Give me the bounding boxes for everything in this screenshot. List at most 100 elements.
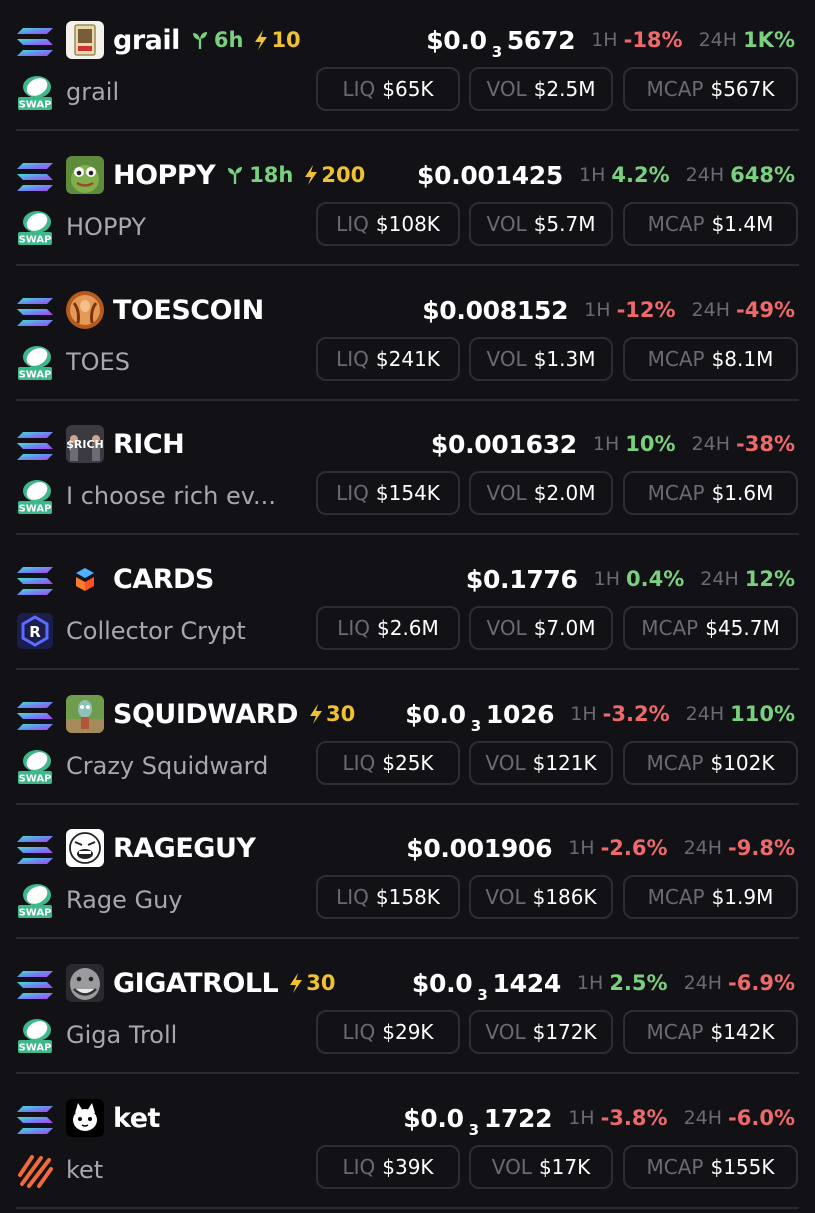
market-cap-pill-value: $567K <box>710 77 775 101</box>
change-1h-value: -2.6% <box>600 836 668 860</box>
solana-icon <box>16 26 54 58</box>
token-row[interactable]: $RICH RICH $0.001632 1H 10% 24H -38% SWAP I ch… <box>0 404 815 539</box>
volume-pill-label: VOL <box>486 616 527 640</box>
token-price: $0.001906 <box>406 834 552 863</box>
svg-text:SWAP: SWAP <box>19 774 52 785</box>
liquidity-pill[interactable]: LIQ $158K <box>316 875 460 919</box>
change-1h-label: 1H <box>568 837 595 859</box>
market-cap-pill-value: $1.4M <box>711 212 774 236</box>
volume-pill-label: VOL <box>485 885 526 909</box>
token-price: $0.001632 <box>431 430 577 459</box>
market-cap-pill[interactable]: MCAP $142K <box>623 1010 798 1054</box>
cards-logo-icon <box>66 560 104 598</box>
market-cap-pill[interactable]: MCAP $1.6M <box>623 471 798 515</box>
solana-icon <box>16 565 54 597</box>
change-1h-value: 2.5% <box>609 971 668 995</box>
liquidity-pill[interactable]: LIQ $29K <box>316 1010 460 1054</box>
token-stats-line: $0.0 3 5672 1H -18% 24H 1K% <box>426 20 795 61</box>
volume-pill[interactable]: VOL $186K <box>469 875 613 919</box>
token-row[interactable]: grail 6h 10 $0.0 3 5672 1H -18% 24H 1K% SWAP grai… <box>0 0 815 135</box>
volume-pill[interactable]: VOL $2.0M <box>469 471 613 515</box>
liquidity-pill-value: $154K <box>375 481 440 505</box>
token-list: grail 6h 10 $0.0 3 5672 1H -18% 24H 1K% SWAP grai… <box>0 0 815 1209</box>
change-24h-label: 24H <box>691 299 731 321</box>
token-name: Collector Crypt <box>66 617 246 645</box>
token-name: Giga Troll <box>66 1021 178 1049</box>
change-24h-label: 24H <box>685 164 725 186</box>
token-row[interactable]: RAGEGUY $0.001906 1H -2.6% 24H -9.8% SWAP Rag… <box>0 808 815 943</box>
market-cap-pill[interactable]: MCAP $1.9M <box>623 875 798 919</box>
volume-pill[interactable]: VOL $121K <box>469 741 613 785</box>
market-cap-pill[interactable]: MCAP $1.4M <box>623 202 798 246</box>
market-cap-pill[interactable]: MCAP $155K <box>623 1145 798 1189</box>
change-24h-label: 24H <box>683 837 723 859</box>
svg-text:SWAP: SWAP <box>19 1043 52 1054</box>
volume-pill[interactable]: VOL $7.0M <box>469 606 613 650</box>
token-row[interactable]: CARDS $0.1776 1H 0.4% 24H 12% R Collector Cry… <box>0 539 815 674</box>
token-row[interactable]: HOPPY 18h 200 $0.001425 1H 4.2% 24H 648% SWAP H… <box>0 135 815 270</box>
solana-icon <box>16 296 54 328</box>
token-name: ket <box>66 1156 104 1184</box>
volume-pill-value: $186K <box>532 885 597 909</box>
liquidity-pill-label: LIQ <box>336 347 369 371</box>
token-price: $0.001425 <box>417 161 563 190</box>
volume-pill[interactable]: VOL $172K <box>469 1010 613 1054</box>
row-divider <box>16 1072 799 1074</box>
token-name: Crazy Squidward <box>66 752 269 780</box>
token-symbol: SQUIDWARD <box>113 698 298 730</box>
token-title-line: grail 6h 10 <box>113 20 301 60</box>
change-24h-label: 24H <box>691 433 731 455</box>
token-boost: 30 <box>288 971 335 995</box>
market-cap-pill-label: MCAP <box>641 616 699 640</box>
sprout-icon <box>190 30 214 50</box>
volume-pill-value: $1.3M <box>533 347 596 371</box>
liquidity-pill-value: $39K <box>382 1155 434 1179</box>
volume-pill[interactable]: VOL $5.7M <box>469 202 613 246</box>
row-divider <box>16 264 799 266</box>
change-24h-label: 24H <box>700 568 739 590</box>
change-24h-value: -49% <box>736 298 795 322</box>
token-symbol: HOPPY <box>113 159 216 191</box>
price-zero-count: 3 <box>477 985 488 1004</box>
price-digits: 1026 <box>485 699 555 729</box>
toes-avatar-icon <box>66 291 104 329</box>
market-cap-pill[interactable]: MCAP $45.7M <box>623 606 798 650</box>
svg-text:SWAP: SWAP <box>19 908 52 919</box>
liquidity-pill[interactable]: LIQ $65K <box>316 67 460 111</box>
market-cap-pill[interactable]: MCAP $102K <box>623 741 798 785</box>
token-row[interactable]: GIGATROLL 30 $0.0 3 1424 1H 2.5% 24H -6.9% SWAP … <box>0 943 815 1078</box>
token-price: $0.0 3 1026 <box>405 699 555 735</box>
market-cap-pill[interactable]: MCAP $8.1M <box>623 337 798 381</box>
volume-pill[interactable]: VOL $1.3M <box>469 337 613 381</box>
volume-pill[interactable]: VOL $17K <box>469 1145 613 1189</box>
change-1h-label: 1H <box>593 568 621 590</box>
change-24h-value: -9.8% <box>728 836 795 860</box>
market-cap-pill-value: $155K <box>710 1155 775 1179</box>
token-title-line: SQUIDWARD 30 <box>113 694 355 734</box>
liquidity-pill[interactable]: LIQ $25K <box>316 741 460 785</box>
token-row[interactable]: TOESCOIN $0.008152 1H -12% 24H -49% SWAP TOES… <box>0 270 815 405</box>
liquidity-pill[interactable]: LIQ $154K <box>316 471 460 515</box>
token-row[interactable]: SQUIDWARD 30 $0.0 3 1026 1H -3.2% 24H 110% SWAP … <box>0 674 815 809</box>
token-name: HOPPY <box>66 213 147 241</box>
change-24h-value: 12% <box>744 567 795 591</box>
bolt-icon <box>303 164 321 186</box>
change-1h-value: 4.2% <box>611 163 670 187</box>
token-row[interactable]: ket $0.0 3 1722 1H -3.8% 24H -6.0% ket LIQ $39K VO… <box>0 1078 815 1213</box>
market-cap-pill[interactable]: MCAP $567K <box>623 67 798 111</box>
price-zero-count: 3 <box>491 42 502 61</box>
liquidity-pill[interactable]: LIQ $108K <box>316 202 460 246</box>
price-prefix: $0.008152 <box>422 295 569 325</box>
token-boost-value: 10 <box>271 28 301 52</box>
troll-avatar-icon <box>66 964 104 1002</box>
market-cap-pill-value: $45.7M <box>705 616 780 640</box>
liquidity-pill[interactable]: LIQ $2.6M <box>316 606 460 650</box>
svg-text:SWAP: SWAP <box>19 100 52 111</box>
change-1h-value: 0.4% <box>626 567 685 591</box>
liquidity-pill[interactable]: LIQ $241K <box>316 337 460 381</box>
token-boost-value: 30 <box>325 702 356 726</box>
token-age: 6h <box>190 28 243 52</box>
volume-pill[interactable]: VOL $2.5M <box>469 67 613 111</box>
svg-text:SWAP: SWAP <box>19 370 52 381</box>
liquidity-pill[interactable]: LIQ $39K <box>316 1145 460 1189</box>
